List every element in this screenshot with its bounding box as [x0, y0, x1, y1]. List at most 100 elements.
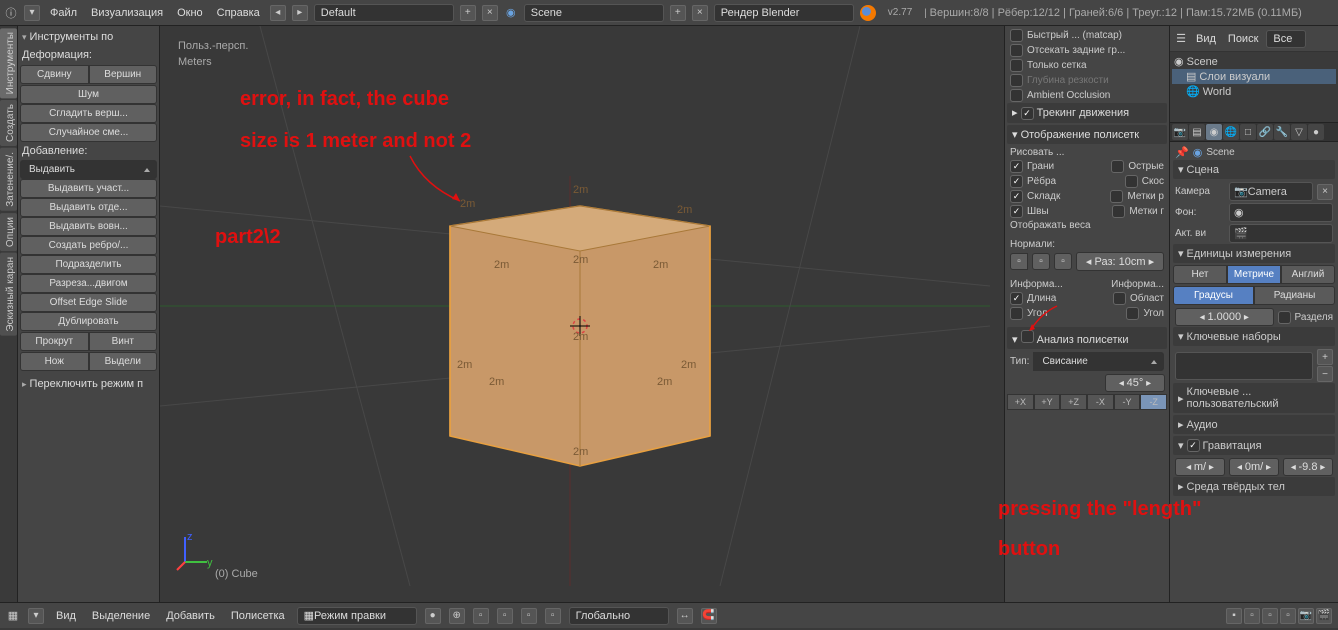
render-icon[interactable]: 📷 — [1298, 608, 1314, 624]
axis-py[interactable]: +Y — [1034, 394, 1061, 410]
shading-solid-icon[interactable]: ● — [425, 608, 441, 624]
menu-render[interactable]: Визуализация — [87, 5, 167, 21]
gravity-x[interactable]: ◂ m/ ▸ — [1175, 458, 1225, 476]
pin-icon[interactable]: 📌 — [1175, 146, 1189, 159]
radians-button[interactable]: Радианы — [1254, 286, 1335, 305]
area-checkbox[interactable] — [1113, 292, 1126, 305]
rigidbody-section-header[interactable]: ▸ Среда твёрдых тел — [1173, 477, 1335, 496]
snap-icon[interactable]: 🧲 — [701, 608, 717, 624]
add-menu[interactable]: Добавить — [162, 608, 219, 624]
extrude-dropdown[interactable]: Выдавить — [20, 160, 157, 179]
menu-help[interactable]: Справка — [213, 5, 264, 21]
select-menu[interactable]: Выделение — [88, 608, 154, 624]
outliner-filter[interactable]: Все — [1266, 30, 1306, 48]
outliner-search-menu[interactable]: Поиск — [1224, 31, 1262, 47]
layer-btn[interactable]: ▫ — [1280, 608, 1296, 624]
keying-section-header[interactable]: ▾ Ключевые наборы — [1173, 327, 1335, 346]
vertex-button[interactable]: Вершин — [89, 65, 158, 84]
ao-checkbox[interactable] — [1010, 89, 1023, 102]
background-field[interactable]: ◉ — [1229, 203, 1333, 222]
angle2-checkbox[interactable] — [1126, 307, 1139, 320]
duplicate-button[interactable]: Дублировать — [20, 312, 157, 331]
normal-split-button[interactable]: ▫ — [1054, 253, 1072, 270]
tab-modifiers[interactable]: 🔧 — [1274, 124, 1290, 140]
offset-edge-button[interactable]: Offset Edge Slide — [20, 293, 157, 312]
seams-checkbox[interactable] — [1010, 205, 1023, 218]
camera-field[interactable]: 📷 Camera — [1229, 182, 1313, 201]
tab-object[interactable]: □ — [1240, 124, 1256, 140]
mesh-menu[interactable]: Полисетка — [227, 608, 289, 624]
wireframe-checkbox[interactable] — [1010, 59, 1023, 72]
randomize-button[interactable]: Случайное сме... — [20, 123, 157, 142]
gravity-z[interactable]: ◂ -9.8 ▸ — [1283, 458, 1333, 476]
manipulator-icon[interactable]: ↔ — [677, 608, 693, 624]
extrude-individual-button[interactable]: Выдавить отде... — [20, 198, 157, 217]
outliner-tree[interactable]: ◉Scene ▤Слои визуали 🌐World — [1170, 52, 1338, 122]
creases-checkbox[interactable] — [1010, 190, 1023, 203]
pivot-icon[interactable]: ⊕ — [449, 608, 465, 624]
length-checkbox[interactable] — [1010, 292, 1023, 305]
engine-selector[interactable]: Рендер Blender — [714, 4, 854, 22]
select-face-icon[interactable]: ▫ — [521, 608, 537, 624]
sharp-checkbox[interactable] — [1111, 160, 1124, 173]
3d-viewport[interactable]: Польз.-персп. Meters 2m 2 — [160, 26, 1004, 602]
clapper-icon[interactable]: 🎬 — [1316, 608, 1332, 624]
limit-icon[interactable]: ▫ — [545, 608, 561, 624]
tab-tools[interactable]: Инструменты — [0, 28, 17, 98]
del-scene-icon[interactable]: × — [692, 5, 708, 21]
subdivide-button[interactable]: Подразделить — [20, 255, 157, 274]
tab-material[interactable]: ● — [1308, 124, 1324, 140]
gravity-y[interactable]: ◂ 0m/ ▸ — [1229, 458, 1279, 476]
unit-imperial-button[interactable]: Англий — [1281, 265, 1335, 284]
tab-options[interactable]: Опции — [0, 213, 17, 251]
noise-button[interactable]: Шум — [20, 85, 157, 104]
layout-selector[interactable]: Default — [314, 4, 454, 22]
select-edge-icon[interactable]: ▫ — [497, 608, 513, 624]
edges-checkbox[interactable] — [1010, 175, 1023, 188]
select-button[interactable]: Выдели — [89, 352, 158, 371]
toggle-header[interactable]: ▸Переключить режим п — [20, 375, 157, 393]
scene-section-header[interactable]: ▾ Сцена — [1173, 160, 1335, 179]
axis-px[interactable]: +X — [1007, 394, 1034, 410]
unit-scale-field[interactable]: ◂ 1.0000 ▸ — [1175, 308, 1274, 326]
units-section-header[interactable]: ▾ Единицы измерения — [1173, 244, 1335, 263]
axis-pz[interactable]: +Z — [1060, 394, 1087, 410]
add-scene-icon[interactable]: + — [670, 5, 686, 21]
fwd-icon[interactable]: ▸ — [292, 5, 308, 21]
bevel-checkbox[interactable] — [1125, 175, 1138, 188]
tab-layers[interactable]: ▤ — [1189, 124, 1205, 140]
view-menu[interactable]: Вид — [52, 608, 80, 624]
slide-button[interactable]: Сдвину — [20, 65, 89, 84]
backface-checkbox[interactable] — [1010, 44, 1023, 57]
axis-nz[interactable]: -Z — [1140, 394, 1167, 410]
outliner-editor-icon[interactable]: ☰ — [1174, 32, 1188, 46]
analysis-type-dropdown[interactable]: Свисание — [1033, 352, 1164, 371]
angle-45-field[interactable]: ◂ 45° ▸ — [1105, 374, 1165, 392]
keying-remove-icon[interactable]: − — [1317, 366, 1333, 382]
menu-file[interactable]: Файл — [46, 5, 81, 21]
loopcut-button[interactable]: Разреза...двигом — [20, 274, 157, 293]
extrude-vertices-button[interactable]: Выдавить вовн... — [20, 217, 157, 236]
normal-vertex-button[interactable]: ▫ — [1010, 253, 1028, 270]
mode-selector[interactable]: ▦ Режим правки — [297, 607, 417, 625]
select-vertex-icon[interactable]: ▫ — [473, 608, 489, 624]
degrees-button[interactable]: Градусы — [1173, 286, 1254, 305]
edgemarks-checkbox[interactable] — [1110, 190, 1123, 203]
tab-create[interactable]: Создать — [0, 100, 17, 146]
facemarks-checkbox[interactable] — [1112, 205, 1125, 218]
tab-constraints[interactable]: 🔗 — [1257, 124, 1273, 140]
scene-selector[interactable]: Scene — [524, 4, 664, 22]
clear-camera-icon[interactable]: × — [1317, 184, 1333, 200]
layer-btn[interactable]: ▪ — [1226, 608, 1242, 624]
mesh-display-header[interactable]: ▾ Отображение полисетк — [1007, 125, 1167, 144]
add-layout-icon[interactable]: + — [460, 5, 476, 21]
layer-btn[interactable]: ▫ — [1244, 608, 1260, 624]
tree-renderlayers[interactable]: ▤Слои визуали — [1172, 69, 1336, 84]
tree-scene[interactable]: ◉Scene — [1172, 54, 1336, 69]
spin-button[interactable]: Прокрут — [20, 332, 89, 351]
back-icon[interactable]: ◂ — [270, 5, 286, 21]
unit-none-button[interactable]: Нет — [1173, 265, 1227, 284]
3dview-editor-icon[interactable]: ▦ — [6, 609, 20, 623]
colormgmt-section-header[interactable]: ▸ Ключевые ... пользовательский — [1173, 383, 1335, 413]
active-clip-field[interactable]: 🎬 — [1229, 224, 1333, 243]
